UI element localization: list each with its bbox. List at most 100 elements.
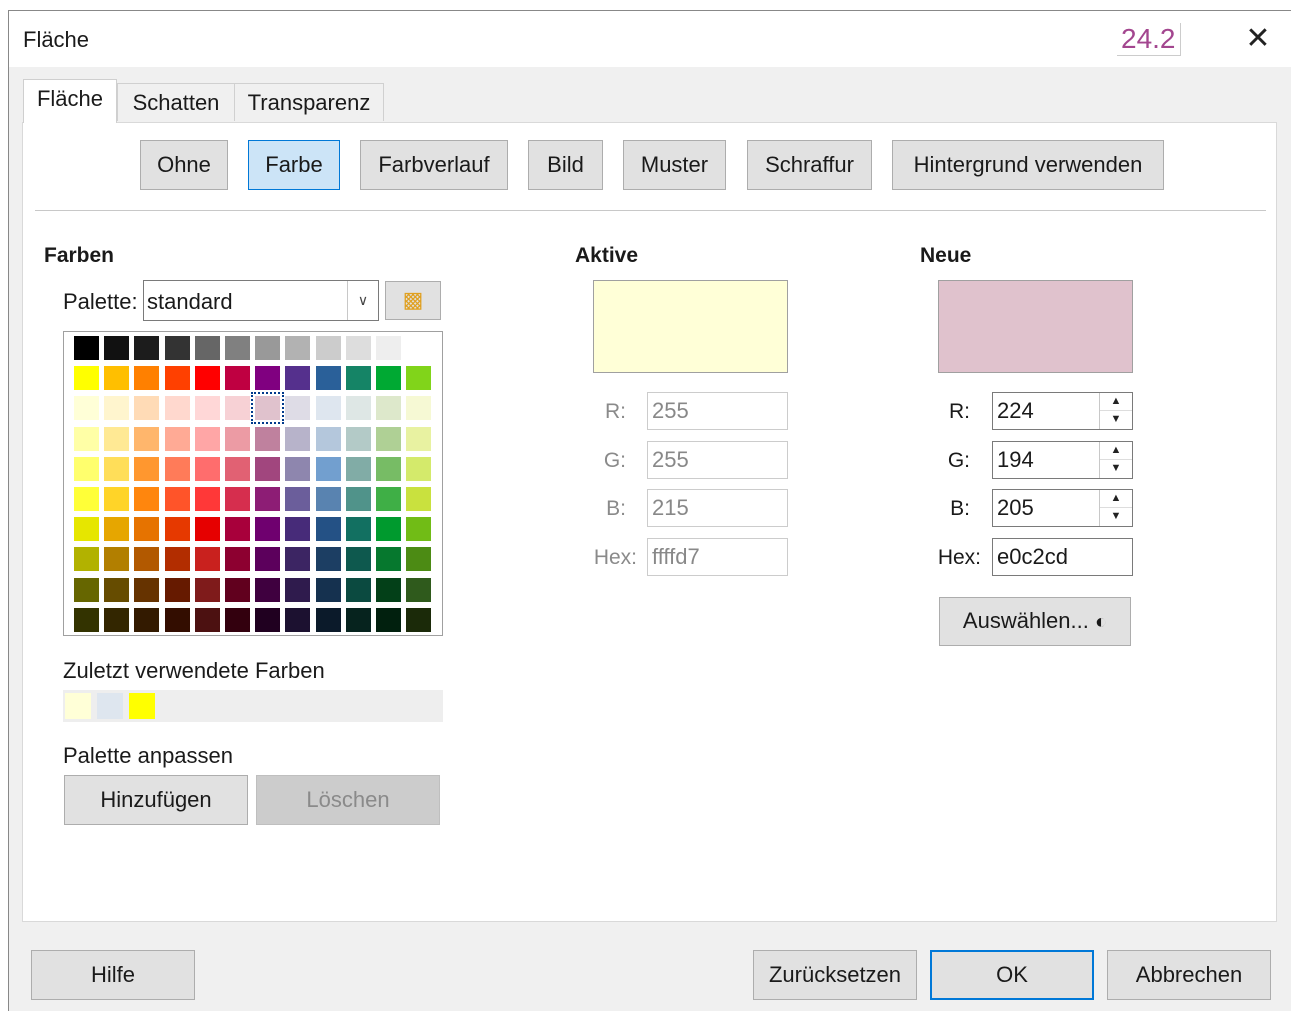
pick-color-button[interactable]: Auswählen... ◐	[939, 597, 1131, 646]
palette-swatch[interactable]	[315, 517, 341, 542]
palette-swatch[interactable]	[194, 426, 220, 451]
delete-color-button[interactable]: Löschen	[256, 775, 440, 825]
palette-swatch[interactable]	[104, 577, 130, 602]
palette-swatch[interactable]	[74, 577, 99, 602]
palette-swatch[interactable]	[376, 336, 401, 360]
palette-swatch[interactable]	[406, 426, 432, 451]
palette-swatch[interactable]	[74, 456, 99, 481]
palette-swatch[interactable]	[225, 336, 250, 360]
fill-gradient-button[interactable]: Farbverlauf	[360, 140, 508, 190]
new-b-field[interactable]: 205 ▲ ▼	[992, 489, 1133, 527]
palette-swatch[interactable]	[74, 487, 99, 511]
palette-swatch[interactable]	[345, 577, 371, 602]
new-r-field[interactable]: 224 ▲ ▼	[992, 392, 1133, 430]
palette-swatch[interactable]	[104, 547, 130, 572]
add-color-button[interactable]: Hinzufügen	[64, 775, 248, 825]
spin-up-icon[interactable]: ▲	[1100, 490, 1132, 508]
palette-swatch[interactable]	[104, 366, 130, 391]
palette-swatch[interactable]	[376, 577, 401, 602]
palette-swatch[interactable]	[194, 336, 220, 360]
palette-swatch[interactable]	[225, 607, 250, 632]
palette-swatch[interactable]	[164, 577, 190, 602]
palette-swatch[interactable]	[406, 366, 432, 391]
tab-flaeche[interactable]: Fläche	[23, 79, 117, 123]
tab-schatten[interactable]: Schatten	[117, 83, 235, 121]
fill-none-button[interactable]: Ohne	[140, 140, 228, 190]
palette-swatch[interactable]	[104, 456, 130, 481]
palette-swatch[interactable]	[285, 366, 311, 391]
palette-swatch[interactable]	[345, 426, 371, 451]
palette-swatch[interactable]	[285, 426, 311, 451]
palette-swatch[interactable]	[104, 336, 130, 360]
b-spinner[interactable]: ▲ ▼	[1099, 490, 1132, 526]
palette-swatch[interactable]	[164, 456, 190, 481]
palette-swatch[interactable]	[164, 487, 190, 511]
palette-swatch[interactable]	[194, 487, 220, 511]
palette-swatch[interactable]	[345, 607, 371, 632]
palette-swatch[interactable]	[255, 456, 281, 481]
palette-swatch[interactable]	[225, 366, 250, 391]
palette-swatch[interactable]	[134, 336, 160, 360]
palette-swatch[interactable]	[285, 487, 311, 511]
spin-down-icon[interactable]: ▼	[1100, 460, 1132, 477]
palette-swatch[interactable]	[376, 366, 401, 391]
palette-swatch[interactable]	[255, 577, 281, 602]
load-palette-button[interactable]: ▩	[385, 281, 441, 320]
palette-swatch[interactable]	[74, 547, 99, 572]
new-g-field[interactable]: 194 ▲ ▼	[992, 441, 1133, 479]
palette-select[interactable]: standard ∨	[143, 280, 379, 321]
palette-swatch[interactable]	[406, 336, 432, 360]
palette-swatch[interactable]	[406, 456, 432, 481]
cancel-button[interactable]: Abbrechen	[1107, 950, 1271, 1000]
palette-swatch[interactable]	[134, 487, 160, 511]
new-hex-field[interactable]: e0c2cd	[992, 538, 1133, 576]
palette-swatch[interactable]	[164, 607, 190, 632]
palette-swatch[interactable]	[134, 547, 160, 572]
palette-swatch[interactable]	[315, 336, 341, 360]
recent-color-swatch[interactable]	[65, 693, 91, 719]
palette-swatch[interactable]	[255, 517, 281, 542]
palette-swatch[interactable]	[376, 517, 401, 542]
palette-swatch[interactable]	[285, 336, 311, 360]
palette-swatch[interactable]	[225, 487, 250, 511]
palette-swatch[interactable]	[74, 517, 99, 542]
palette-swatch[interactable]	[255, 426, 281, 451]
palette-swatch[interactable]	[406, 517, 432, 542]
palette-swatch[interactable]	[104, 426, 130, 451]
palette-swatch[interactable]	[74, 366, 99, 391]
palette-swatch[interactable]	[376, 547, 401, 572]
spin-up-icon[interactable]: ▲	[1100, 393, 1132, 411]
palette-swatch[interactable]	[255, 547, 281, 572]
palette-swatch[interactable]	[255, 336, 281, 360]
palette-swatch[interactable]	[315, 396, 341, 421]
palette-swatch[interactable]	[406, 577, 432, 602]
spin-down-icon[interactable]: ▼	[1100, 508, 1132, 525]
palette-swatch[interactable]	[345, 456, 371, 481]
palette-swatch[interactable]	[406, 396, 432, 421]
palette-swatch[interactable]	[194, 577, 220, 602]
palette-swatch[interactable]	[376, 607, 401, 632]
palette-swatch[interactable]	[315, 366, 341, 391]
help-button[interactable]: Hilfe	[31, 950, 195, 1000]
reset-button[interactable]: Zurücksetzen	[753, 950, 917, 1000]
palette-swatch[interactable]	[194, 396, 220, 421]
palette-swatch[interactable]	[134, 577, 160, 602]
palette-swatch[interactable]	[164, 547, 190, 572]
palette-swatch[interactable]	[134, 396, 160, 421]
close-icon[interactable]: ✕	[1241, 23, 1275, 57]
palette-swatch[interactable]	[285, 577, 311, 602]
palette-swatch[interactable]	[225, 517, 250, 542]
palette-swatch[interactable]	[134, 366, 160, 391]
palette-swatch[interactable]	[345, 487, 371, 511]
palette-swatch[interactable]	[376, 426, 401, 451]
palette-swatch[interactable]	[376, 487, 401, 511]
palette-swatch[interactable]	[406, 607, 432, 632]
palette-swatch[interactable]	[74, 607, 99, 632]
palette-swatch[interactable]	[285, 547, 311, 572]
palette-swatch[interactable]	[225, 456, 250, 481]
fill-background-button[interactable]: Hintergrund verwenden	[892, 140, 1164, 190]
spin-up-icon[interactable]: ▲	[1100, 442, 1132, 460]
palette-swatch[interactable]	[74, 426, 99, 451]
palette-swatch[interactable]	[406, 547, 432, 572]
palette-swatch[interactable]	[104, 607, 130, 632]
